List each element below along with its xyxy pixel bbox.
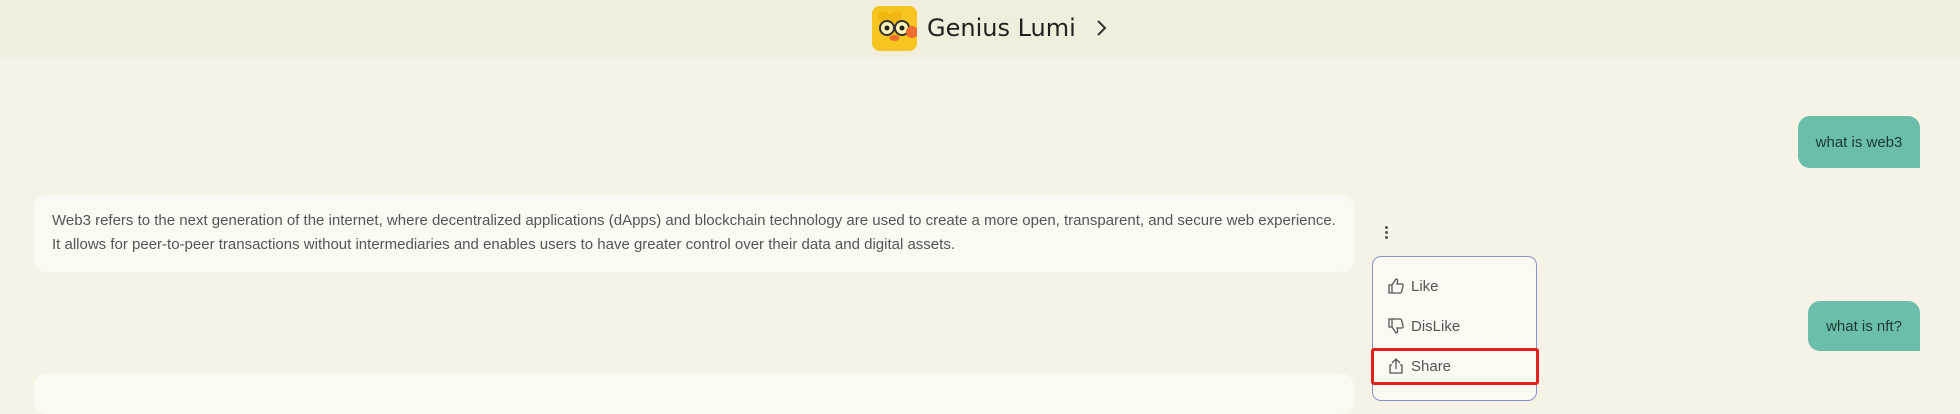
chevron-right-icon[interactable] [1086, 13, 1116, 43]
like-label: Like [1411, 277, 1439, 295]
menu-item-like[interactable]: Like [1387, 275, 1439, 297]
bot-message-text: Web3 refers to the next generation of th… [52, 212, 1336, 253]
user-message: what is web3 [1798, 116, 1920, 168]
bot-title-button[interactable]: Genius Lumi [872, 3, 1116, 53]
bot-message [34, 374, 1354, 414]
user-message: what is nft? [1808, 301, 1920, 351]
more-options-icon[interactable] [1378, 222, 1394, 242]
user-message-text: what is web3 [1815, 133, 1903, 151]
thumbs-up-icon [1388, 278, 1404, 294]
bot-avatar [872, 5, 917, 51]
menu-item-dislike[interactable]: DisLike [1387, 315, 1460, 337]
user-message-text: what is nft? [1826, 317, 1902, 335]
chat-header: Genius Lumi [0, 0, 1960, 57]
share-highlight-box [1371, 348, 1539, 385]
bot-message: Web3 refers to the next generation of th… [34, 195, 1354, 272]
dislike-label: DisLike [1411, 317, 1461, 335]
bot-name: Genius Lumi [927, 14, 1076, 42]
thumbs-down-icon [1388, 318, 1404, 334]
